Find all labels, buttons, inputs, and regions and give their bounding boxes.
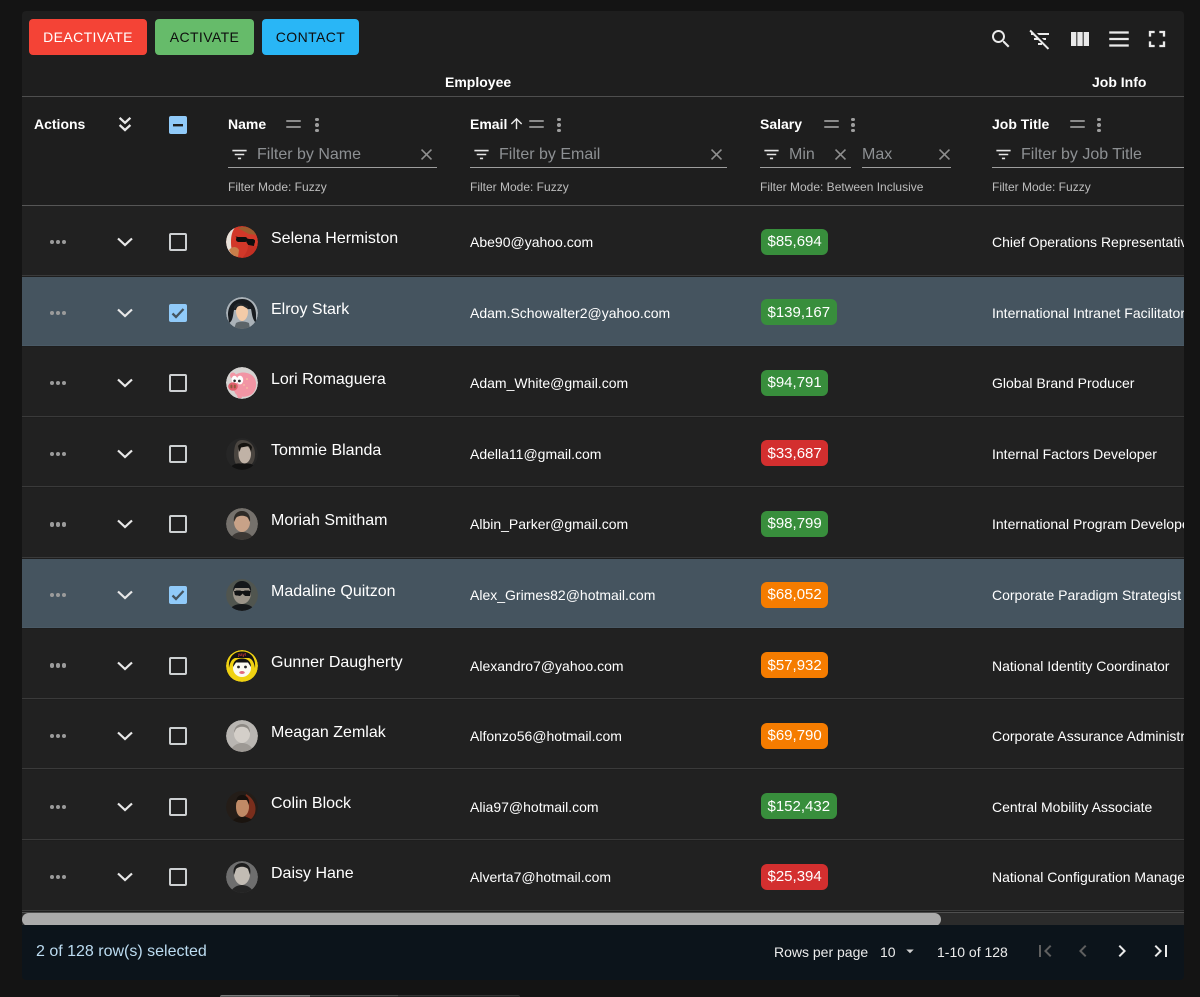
svg-text:yay!: yay! bbox=[238, 652, 246, 657]
